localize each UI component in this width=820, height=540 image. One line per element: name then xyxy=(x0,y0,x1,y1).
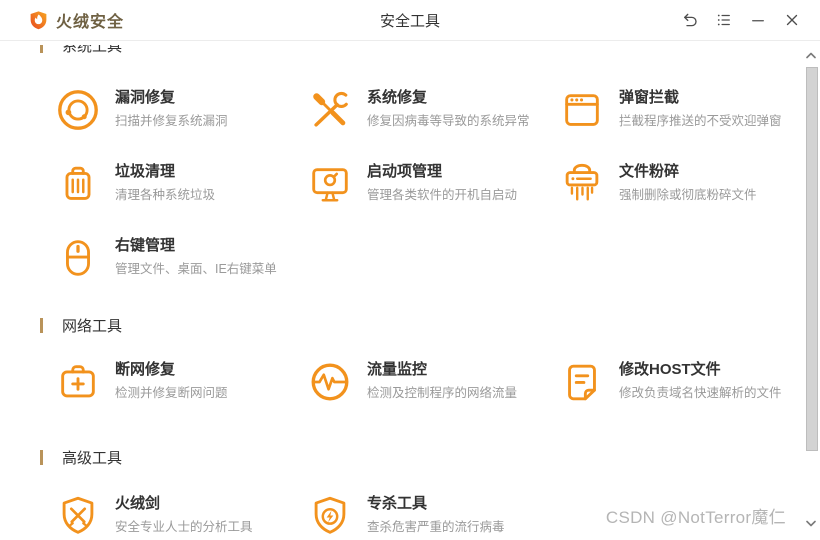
tool-card-system-repair[interactable]: 系统修复 修复因病毒等导致的系统异常 xyxy=(307,85,559,159)
close-icon[interactable] xyxy=(780,8,804,32)
file-shredder-icon xyxy=(559,161,605,207)
medkit-icon xyxy=(55,359,101,405)
tool-card-huorong-sword[interactable]: 火绒剑 安全专业人士的分析工具 xyxy=(55,491,307,540)
scroll-up-icon[interactable] xyxy=(805,49,817,61)
section-header-network-tools: 网络工具 xyxy=(40,315,820,335)
tool-card-vulnerability-fix[interactable]: 漏洞修复 扫描并修复系统漏洞 xyxy=(55,85,307,159)
scrollbar xyxy=(802,41,820,540)
section-header-system-tools: 系统工具 xyxy=(0,45,820,59)
app-brand: 火绒安全 xyxy=(28,8,124,32)
host-file-icon xyxy=(559,359,605,405)
tool-card-special-kill[interactable]: 专杀工具 查杀危害严重的流行病毒 xyxy=(307,491,559,540)
vulnerability-scan-icon xyxy=(55,87,101,133)
app-name: 火绒安全 xyxy=(56,8,124,32)
system-repair-icon xyxy=(307,87,353,133)
tool-card-startup-manage[interactable]: 启动项管理 管理各类软件的开机自启动 xyxy=(307,159,559,233)
tool-card-traffic-monitor[interactable]: 流量监控 检测及控制程序的网络流量 xyxy=(307,357,559,431)
section-bar xyxy=(40,450,43,465)
tool-card-context-menu[interactable]: 右键管理 管理文件、桌面、IE右键菜单 xyxy=(55,233,307,307)
network-tools-grid: 断网修复 检测并修复断网问题 流量监控 检测及控制程序的网络流量 xyxy=(55,357,815,431)
tool-card-network-fix[interactable]: 断网修复 检测并修复断网问题 xyxy=(55,357,307,431)
shield-swords-icon xyxy=(55,493,101,539)
huorong-logo-icon xyxy=(28,10,49,31)
section-bar xyxy=(40,45,43,53)
system-tools-grid: 漏洞修复 扫描并修复系统漏洞 系统修复 修复因病毒等导致的系统异常 xyxy=(55,85,815,307)
tool-card-host-file[interactable]: 修改HOST文件 修改负责域名快速解析的文件 xyxy=(559,357,811,431)
back-icon[interactable] xyxy=(678,8,702,32)
popup-block-icon xyxy=(559,87,605,133)
scrollbar-thumb[interactable] xyxy=(806,67,818,451)
csdn-watermark: CSDN @NotTerror魔仁 xyxy=(606,503,786,528)
shield-bolt-icon xyxy=(307,493,353,539)
titlebar: 火绒安全 安全工具 xyxy=(0,0,820,41)
pulse-circle-icon xyxy=(307,359,353,405)
tool-card-file-shred[interactable]: 文件粉碎 强制删除或彻底粉碎文件 xyxy=(559,159,811,233)
list-icon[interactable] xyxy=(712,8,736,32)
mouse-icon xyxy=(55,235,101,281)
startup-monitor-icon xyxy=(307,161,353,207)
section-bar xyxy=(40,318,43,333)
section-header-advanced-tools: 高级工具 xyxy=(40,447,820,467)
trash-icon xyxy=(55,161,101,207)
scroll-down-icon[interactable] xyxy=(805,517,817,529)
tools-page: 系统工具 漏洞修复 扫描并修复系统漏洞 xyxy=(0,41,820,540)
minimize-icon[interactable] xyxy=(746,8,770,32)
tool-card-junk-clean[interactable]: 垃圾清理 清理各种系统垃圾 xyxy=(55,159,307,233)
tool-card-popup-block[interactable]: 弹窗拦截 拦截程序推送的不受欢迎弹窗 xyxy=(559,85,811,159)
